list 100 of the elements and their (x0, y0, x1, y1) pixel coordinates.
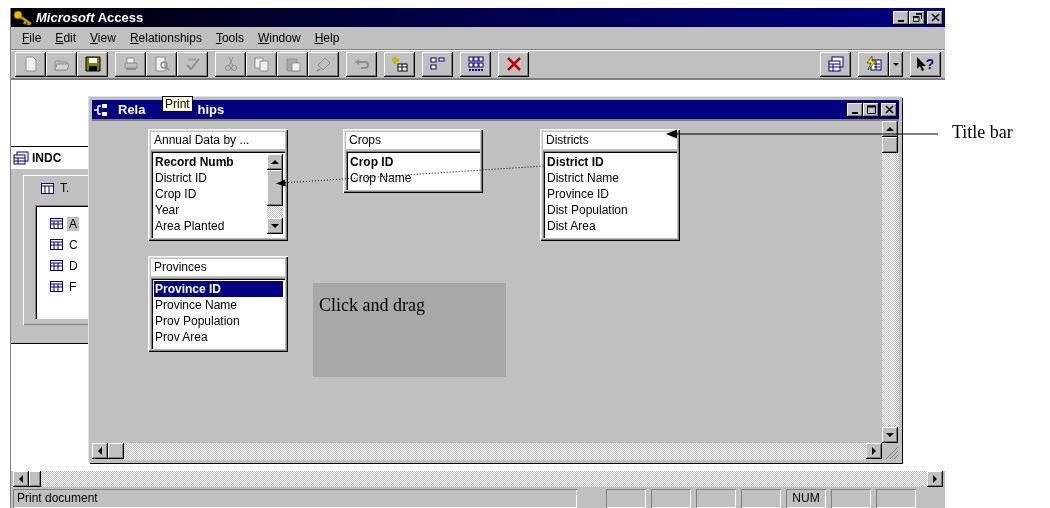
database-window-icon (827, 56, 844, 72)
field-item[interactable]: Dist Population (546, 202, 675, 218)
close-icon (930, 13, 940, 22)
tables-tab[interactable]: T. (41, 181, 70, 195)
field-list-title: Provinces (151, 259, 285, 276)
table-item[interactable]: A (67, 216, 79, 231)
menu-item[interactable]: Help (307, 29, 347, 47)
new-icon (22, 56, 39, 72)
help-button[interactable]: ? (910, 51, 941, 77)
table-item[interactable]: F (67, 279, 79, 294)
field-list[interactable]: Districts District ID District Name Province ID Dist Population Dist Area (540, 129, 680, 241)
restore-icon (912, 13, 922, 22)
maximize-button[interactable] (863, 102, 879, 117)
field-item[interactable]: Prov Area (154, 329, 283, 345)
scroll-right-button[interactable] (866, 443, 882, 459)
save-button[interactable] (77, 51, 108, 77)
minimize-button[interactable] (847, 102, 863, 117)
scroll-track[interactable] (267, 206, 283, 218)
print-icon (122, 56, 139, 72)
field-item[interactable]: District ID (546, 154, 675, 170)
window-title-end: hips (197, 102, 225, 117)
field-item[interactable]: Area Planted (154, 218, 265, 234)
menu-item[interactable]: File (15, 29, 49, 47)
menu-item[interactable]: Relationships (122, 29, 209, 47)
menu-item[interactable]: Edit (48, 29, 84, 47)
preview-icon (153, 56, 170, 72)
undo-icon (353, 56, 370, 72)
database-window-button[interactable] (820, 51, 851, 77)
table-icon (50, 260, 63, 271)
field-item[interactable]: District ID (154, 170, 265, 186)
delete-button[interactable] (498, 51, 529, 77)
field-item[interactable]: Crop ID (349, 154, 478, 170)
field-item[interactable]: District Name (546, 170, 675, 186)
field-list[interactable]: Annual Data by ... Record Numb District ID Crop ID Year Area Planted (148, 129, 288, 241)
scroll-thumb[interactable] (29, 471, 41, 487)
dropdown-icon (893, 62, 899, 66)
window-title-start: Rela (118, 102, 146, 117)
field-list-title: Districts (543, 132, 677, 149)
scroll-up-icon (271, 158, 279, 166)
dropdown-button[interactable] (889, 51, 903, 77)
show-direct-button[interactable] (422, 51, 453, 77)
field-item[interactable]: Dist Area (546, 218, 675, 234)
field-item[interactable]: Province ID (546, 186, 675, 202)
status-message: Print document (13, 489, 577, 508)
scroll-thumb[interactable] (108, 443, 124, 459)
minimize-button[interactable] (893, 10, 909, 25)
close-button[interactable] (927, 10, 943, 25)
scroll-right-button[interactable] (927, 471, 943, 487)
scroll-left-icon (17, 475, 25, 483)
copy-icon (253, 56, 270, 72)
scroll-left-button[interactable] (92, 443, 108, 459)
scroll-left-icon (96, 447, 104, 455)
painter-icon (315, 56, 332, 72)
field-item[interactable]: Crop Name (349, 170, 478, 186)
vertical-scrollbar[interactable] (882, 121, 899, 443)
table-icon (50, 281, 63, 292)
field-item[interactable]: Crop ID (154, 186, 265, 202)
annotation-label: Title bar (952, 122, 1013, 143)
tab-label: T. (60, 181, 70, 195)
scroll-thumb[interactable] (882, 137, 898, 153)
new-object-button[interactable] (858, 51, 889, 77)
close-icon (884, 105, 894, 114)
tooltip: Print (162, 96, 193, 112)
show-all-button[interactable] (460, 51, 491, 77)
scroll-thumb[interactable] (267, 170, 283, 206)
close-button[interactable] (881, 102, 897, 117)
status-indicator: NUM (786, 489, 826, 508)
field-item[interactable]: Province Name (154, 297, 283, 313)
pointer-icon (916, 57, 926, 71)
horizontal-scrollbar[interactable] (92, 443, 882, 460)
callout-text: Click and drag (319, 295, 425, 316)
table-item[interactable]: D (67, 258, 80, 273)
table-icon (50, 218, 63, 229)
field-list[interactable]: Crops Crop ID Crop Name (343, 129, 483, 193)
vertical-scrollbar[interactable] (267, 154, 283, 234)
window-title: Microsoft Access (36, 10, 144, 25)
menu-item[interactable]: Tools (208, 29, 251, 47)
scroll-down-button[interactable] (882, 427, 898, 443)
menu-item[interactable]: Window (250, 29, 308, 47)
scroll-left-button[interactable] (13, 471, 29, 487)
show-table-button[interactable] (384, 51, 415, 77)
field-list[interactable]: Provinces Province ID Province Name Prov Population Prov Area (148, 256, 288, 352)
scroll-up-button[interactable] (267, 154, 283, 170)
field-item[interactable]: Prov Population (154, 313, 283, 329)
save-icon (84, 56, 101, 72)
field-item[interactable]: Year (154, 202, 265, 218)
horizontal-scrollbar[interactable] (13, 471, 943, 487)
field-item[interactable]: Province ID (154, 281, 283, 297)
field-list-title: Annual Data by ... (151, 132, 285, 149)
table-item[interactable]: C (67, 237, 80, 252)
relationships-icon (94, 103, 108, 116)
field-item[interactable]: Record Numb (154, 154, 265, 170)
restore-button[interactable] (909, 10, 925, 25)
menu-item[interactable]: View (83, 29, 123, 47)
scroll-down-button[interactable] (267, 218, 283, 234)
scroll-down-icon (886, 431, 894, 439)
paste-icon (284, 56, 301, 72)
new-object-icon (865, 56, 882, 72)
maximize-icon (866, 105, 876, 114)
field-list-title: Crops (346, 132, 480, 149)
